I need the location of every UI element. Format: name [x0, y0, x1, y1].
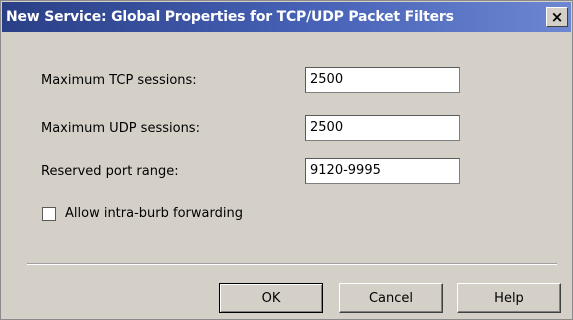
reserved-port-range-input[interactable]: 9120-9995 [305, 158, 460, 184]
dialog-window: New Service: Global Properties for TCP/U… [0, 0, 573, 320]
ok-button[interactable]: OK [219, 283, 323, 313]
window-title: New Service: Global Properties for TCP/U… [6, 9, 454, 25]
close-button[interactable]: × [546, 7, 568, 27]
max-tcp-sessions-input[interactable]: 2500 [305, 67, 460, 93]
allow-intra-burb-forwarding-label[interactable]: Allow intra-burb forwarding [65, 206, 243, 221]
cancel-button[interactable]: Cancel [339, 283, 443, 313]
allow-intra-burb-forwarding-checkbox[interactable] [42, 207, 56, 221]
separator [27, 263, 557, 265]
max-tcp-sessions-label: Maximum TCP sessions: [41, 73, 197, 88]
close-icon: × [550, 7, 564, 26]
max-udp-sessions-label: Maximum UDP sessions: [41, 121, 200, 136]
help-button[interactable]: Help [457, 283, 561, 313]
reserved-port-range-label: Reserved port range: [41, 164, 179, 179]
max-udp-sessions-input[interactable]: 2500 [305, 115, 460, 141]
title-bar: New Service: Global Properties for TCP/U… [2, 2, 571, 32]
